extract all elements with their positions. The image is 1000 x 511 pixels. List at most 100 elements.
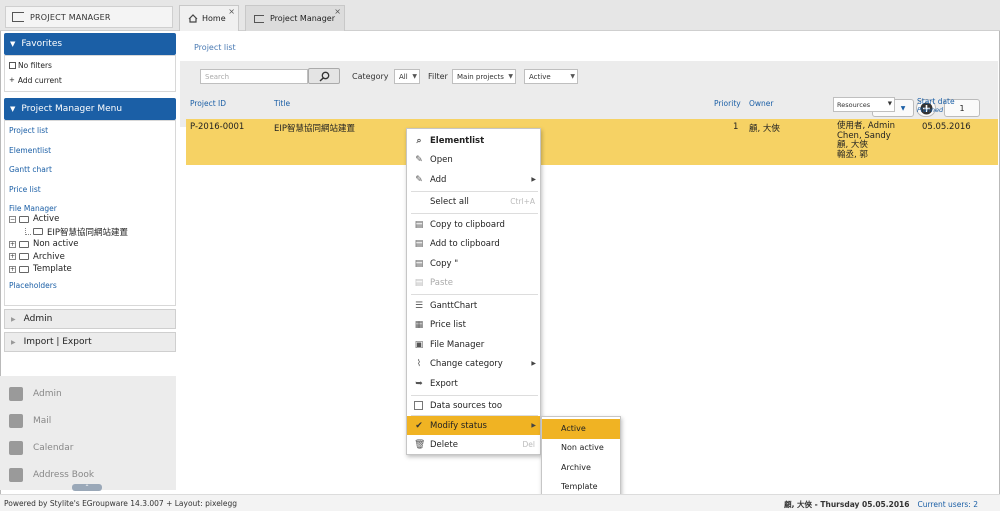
chevron-down-icon: ▼ [412, 73, 417, 80]
table-row[interactable]: P-2016-0001 EIP智慧協同網站建置 1 顧, 大俠 使用者, Adm… [186, 119, 998, 165]
menu-label: Add [430, 174, 447, 185]
tree-item-non-active[interactable]: + Non active [9, 238, 171, 251]
sidebar-item-placeholders[interactable]: Placeholders [9, 276, 171, 296]
tree-label: Archive [33, 251, 65, 262]
category-label: Category [352, 72, 389, 81]
menu-item-file-manager[interactable]: ▣ File Manager [407, 335, 540, 355]
tab-project-manager[interactable]: Project Manager × [245, 5, 345, 31]
top-bar: PROJECT MANAGER Home × Project Manager × [0, 0, 1000, 31]
menu-item-modify-status[interactable]: ✔ Modify status ▶ [407, 416, 540, 435]
menu-label: Select all [430, 196, 469, 207]
menu-title: Project Manager Menu [21, 104, 123, 114]
tree-item-active[interactable]: − Active [9, 213, 171, 226]
favorite-item[interactable]: + Add current [9, 74, 171, 86]
menu-item-select-all[interactable]: Select all Ctrl+A [407, 192, 540, 212]
breadcrumb[interactable]: Project list [194, 43, 236, 52]
menu-item-add[interactable]: ✎ Add ▶ [407, 170, 540, 190]
sidebar-item-project-list[interactable]: Project list [9, 121, 171, 141]
menu-item-data-sources[interactable]: Data sources too [407, 396, 540, 416]
search-icon [318, 71, 329, 82]
collapse-icon[interactable]: − [9, 215, 16, 223]
close-icon[interactable]: × [334, 7, 341, 16]
cell-start-date: 05.05.2016 [922, 122, 971, 132]
menu-header[interactable]: ▼ Project Manager Menu [4, 98, 176, 120]
favorite-item[interactable]: No filters [9, 59, 171, 71]
sidebar-item-elementlist[interactable]: Elementlist [9, 141, 171, 161]
tab-home[interactable]: Home × [179, 5, 239, 31]
wrench-icon [9, 386, 23, 401]
col-priority[interactable]: Priority [714, 99, 741, 108]
checkbox-icon[interactable] [414, 401, 423, 411]
sidebar-section-admin[interactable]: ▶ Admin [4, 309, 176, 329]
app-label: Address Book [33, 469, 95, 480]
menu-item-delete[interactable]: 🗑 Delete Del [407, 435, 540, 455]
tree-item-template[interactable]: + Template [9, 263, 171, 276]
status-value: Active [529, 73, 551, 81]
scroll-handle[interactable]: ⌃ [72, 484, 102, 491]
sidebar-item-gantt-chart[interactable]: Gantt chart [9, 160, 171, 180]
col-title[interactable]: Title [274, 99, 290, 108]
folder-icon [19, 265, 29, 273]
tab-home-label: Home [202, 14, 226, 23]
category-select[interactable]: All ▼ [394, 69, 420, 84]
search-input[interactable]: Search [200, 69, 308, 84]
sidebar-item-file-manager[interactable]: File Manager [9, 199, 171, 213]
submenu-item-archive[interactable]: Archive [542, 458, 620, 478]
app-calendar[interactable]: Calendar [0, 434, 176, 461]
tree-item-project[interactable]: EIP智慧協同網站建置 [9, 226, 171, 239]
folder-icon [19, 240, 29, 248]
menu-label: Add to clipboard [430, 238, 500, 249]
app-admin[interactable]: Admin [0, 380, 176, 407]
menu-item-paste[interactable]: ▤ Paste [407, 273, 540, 293]
status-select[interactable]: Active ▼ [524, 69, 578, 84]
filter-select[interactable]: Main projects ▼ [452, 69, 516, 84]
app-name[interactable]: PROJECT MANAGER [5, 6, 173, 28]
menu-item-change-category[interactable]: ⌇ Change category ▶ [407, 354, 540, 374]
chevron-down-icon: ▼ [570, 73, 575, 80]
close-icon[interactable]: × [228, 7, 235, 16]
menu-item-copy[interactable]: ▤ Copy " [407, 254, 540, 274]
menu-item-add-to-clipboard[interactable]: ▤ Add to clipboard [407, 234, 540, 254]
menu-label: Delete [430, 439, 458, 450]
menu-label: Paste [430, 277, 453, 288]
menu-label: GanttChart [430, 300, 478, 311]
menu-item-copy-to-clipboard[interactable]: ▤ Copy to clipboard [407, 215, 540, 235]
favorites-header[interactable]: ▼ Favorites [4, 33, 176, 55]
tree-item-archive[interactable]: + Archive [9, 251, 171, 264]
app-mail[interactable]: Mail [0, 407, 176, 434]
category-value: All [399, 73, 408, 81]
search-button[interactable] [308, 68, 340, 84]
col-owner[interactable]: Owner [749, 99, 774, 108]
expand-icon[interactable]: + [9, 265, 16, 273]
current-users-link[interactable]: Current users: 2 [917, 500, 978, 509]
sidebar-section-import-export[interactable]: ▶ Import | Export [4, 332, 176, 352]
favorites-title: Favorites [21, 39, 63, 49]
col-start-sub: Planned [917, 106, 944, 114]
menu-item-export[interactable]: ➥ Export [407, 374, 540, 394]
menu-item-elementlist[interactable]: ⌕ Elementlist [407, 131, 540, 151]
submenu-item-non-active[interactable]: Non active [542, 438, 620, 458]
cell-project-id: P-2016-0001 [190, 122, 245, 132]
sidebar-item-price-list[interactable]: Price list [9, 180, 171, 200]
col-start-date[interactable]: Start date [917, 97, 955, 106]
export-arrow-icon: ➥ [415, 378, 423, 389]
menu-item-open[interactable]: ✎ Open [407, 150, 540, 170]
paperclip-icon: ⌇ [416, 358, 422, 369]
col-project-id[interactable]: Project ID [190, 99, 226, 108]
chevron-down-icon: ▼ [508, 73, 513, 80]
app-launcher: Admin Mail Calendar Address Book [0, 376, 176, 490]
menu-divider [411, 294, 538, 295]
clipboard-icon: ▤ [414, 238, 424, 249]
app-label: Admin [33, 388, 62, 399]
file-tree: − Active EIP智慧協同網站建置 + Non active + Archive… [9, 213, 171, 276]
add-icon: + [9, 76, 15, 84]
menu-item-price-list[interactable]: ▦ Price list [407, 315, 540, 335]
expand-icon[interactable]: + [9, 240, 16, 248]
expand-icon[interactable]: + [9, 253, 16, 261]
submenu-item-active[interactable]: Active [542, 419, 620, 439]
search-icon: ⌕ [416, 135, 422, 146]
copy-icon: ▤ [414, 258, 424, 269]
menu-item-ganttchart[interactable]: ☰ GanttChart [407, 296, 540, 316]
menu-label: Modify status [430, 420, 487, 431]
resources-select[interactable]: Resources ▼ [833, 97, 895, 112]
